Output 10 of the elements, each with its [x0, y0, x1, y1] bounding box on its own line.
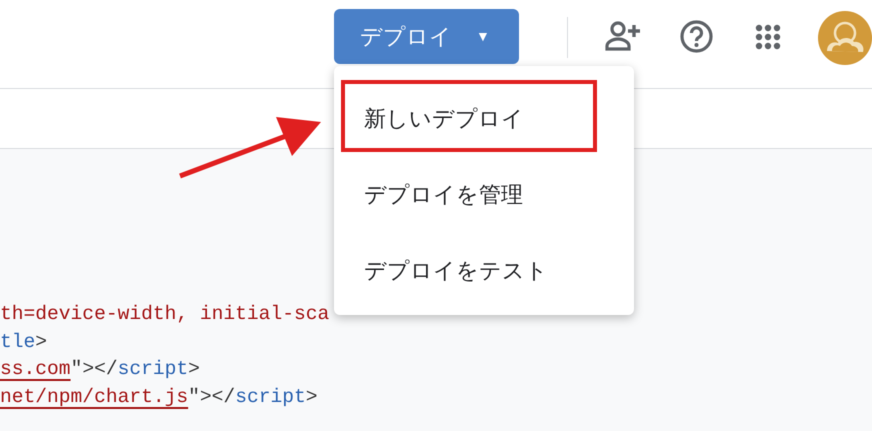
code-line: net/npm/chart.js"></script>: [0, 384, 319, 410]
apps-grid-icon[interactable]: [755, 24, 781, 50]
code-line: tle>: [0, 330, 48, 355]
menu-item[interactable]: デプロイをテスト: [341, 232, 627, 304]
help-icon[interactable]: [679, 19, 714, 54]
menu-item[interactable]: デプロイを管理: [341, 156, 627, 228]
code-line: ss.com"></script>: [0, 357, 201, 382]
code-line: th=device-width, initial-sca: [0, 302, 330, 327]
deploy-button[interactable]: デプロイ ▼: [334, 9, 519, 64]
menu-item[interactable]: 新しいデプロイ: [341, 80, 597, 152]
